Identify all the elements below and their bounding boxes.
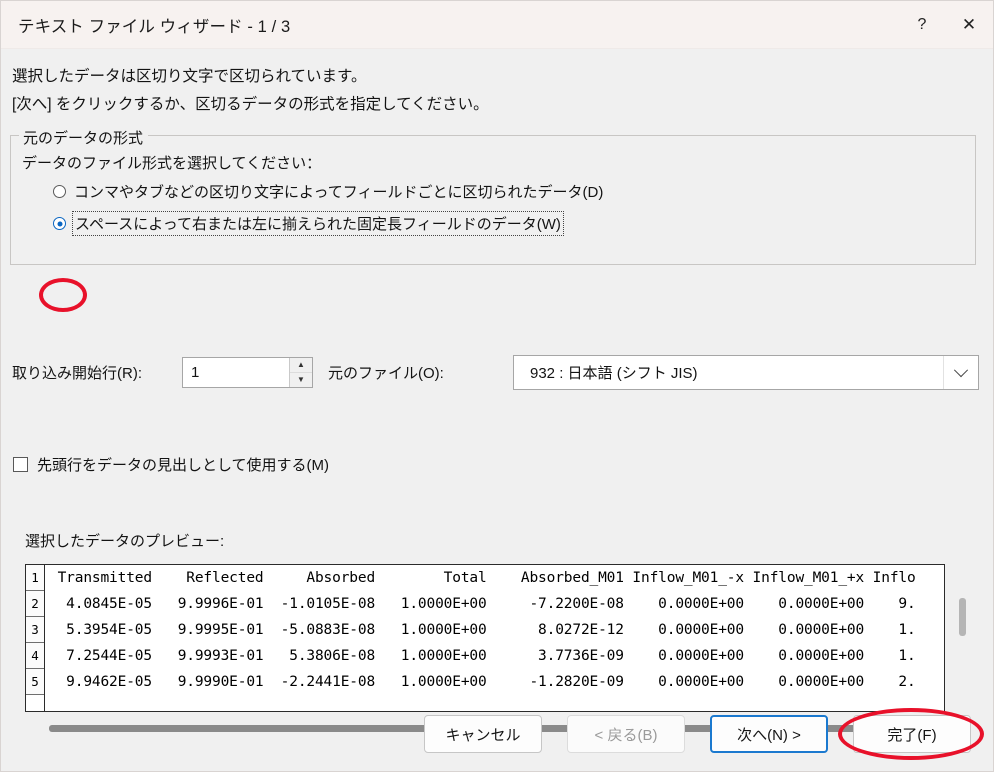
preview-data-row: 4.0845E-05 9.9996E-01 -1.0105E-08 1.0000…: [49, 596, 916, 612]
radio-unselected-icon: [53, 185, 66, 198]
title-bar: テキスト ファイル ウィザード - 1 / 3 ? ✕: [1, 1, 993, 49]
origin-file-value: 932 : 日本語 (シフト JIS): [530, 365, 698, 382]
chevron-down-icon[interactable]: [943, 356, 978, 389]
help-icon: ?: [917, 15, 927, 33]
preview-data-row: 7.2544E-05 9.9993E-01 5.3806E-08 1.0000E…: [49, 648, 916, 664]
finish-button[interactable]: 完了(F): [838, 708, 984, 760]
row-number: 5: [26, 669, 44, 695]
start-row-stepper[interactable]: ▲ ▼: [182, 357, 313, 388]
preview-grid: Transmitted Reflected Absorbed Total Abs…: [45, 565, 944, 711]
group-legend: 元のデータの形式: [19, 127, 149, 148]
text-import-wizard-dialog: テキスト ファイル ウィザード - 1 / 3 ? ✕ 選択したデータは区切り文…: [0, 0, 994, 772]
preview-header-row: Transmitted Reflected Absorbed Total Abs…: [49, 570, 916, 586]
radio-delimited-label: コンマやタブなどの区切り文字によってフィールドごとに区切られたデータ(D): [74, 184, 604, 201]
help-button[interactable]: ?: [899, 1, 945, 48]
checkbox-unchecked-icon: [13, 457, 28, 472]
data-preview-panel[interactable]: 1 2 3 4 5 Transmitted Reflected Absorbed…: [25, 564, 945, 712]
radio-fixed-width[interactable]: スペースによって右または左に揃えられた固定長フィールドのデータ(W): [53, 211, 564, 236]
start-row-label: 取り込み開始行(R):: [12, 365, 142, 382]
checkbox-label: 先頭行をデータの見出しとして使用する(M): [37, 457, 330, 474]
start-row-input[interactable]: [183, 363, 289, 382]
stepper-down-icon[interactable]: ▼: [290, 373, 312, 387]
finish-button-label: 完了(F): [887, 726, 937, 744]
row-number: 3: [26, 617, 44, 643]
next-button[interactable]: 次へ(N) >: [710, 715, 828, 753]
row-number: 4: [26, 643, 44, 669]
dialog-button-bar: キャンセル < 戻る(B) 次へ(N) > 完了(F): [1, 708, 994, 760]
dialog-title: テキスト ファイル ウィザード - 1 / 3: [18, 17, 291, 36]
radio-delimited[interactable]: コンマやタブなどの区切り文字によってフィールドごとに区切られたデータ(D): [53, 181, 603, 202]
close-button[interactable]: ✕: [945, 1, 993, 48]
instruction-line-2: [次へ] をクリックするか、区切るデータの形式を指定してください。: [12, 96, 489, 113]
use-first-row-as-header-checkbox[interactable]: 先頭行をデータの見出しとして使用する(M): [13, 454, 329, 475]
stepper-buttons: ▲ ▼: [289, 358, 312, 387]
annotation-ellipse-radio: [39, 278, 87, 312]
row-number: 2: [26, 591, 44, 617]
preview-label: 選択したデータのプレビュー:: [25, 533, 225, 550]
preview-vertical-scrollbar[interactable]: [959, 598, 966, 636]
stepper-up-icon[interactable]: ▲: [290, 358, 312, 373]
origin-file-select[interactable]: 932 : 日本語 (シフト JIS): [513, 355, 979, 390]
close-icon: ✕: [961, 15, 977, 34]
row-number-gutter: 1 2 3 4 5: [26, 565, 45, 711]
origin-file-label: 元のファイル(O):: [328, 365, 444, 382]
caption-buttons: ? ✕: [899, 1, 993, 48]
preview-data-row: 9.9462E-05 9.9990E-01 -2.2441E-08 1.0000…: [49, 674, 916, 690]
group-prompt: データのファイル形式を選択してください：: [22, 155, 322, 172]
preview-data-row: 5.3954E-05 9.9995E-01 -5.0883E-08 1.0000…: [49, 622, 916, 638]
row-number: 1: [26, 565, 44, 591]
radio-fixed-width-label: スペースによって右または左に揃えられた固定長フィールドのデータ(W): [72, 211, 564, 236]
radio-selected-icon: [53, 217, 66, 230]
cancel-button[interactable]: キャンセル: [424, 715, 542, 753]
dialog-body: 選択したデータは区切り文字で区切られています。 [次へ] をクリックするか、区切…: [1, 49, 993, 771]
instruction-line-1: 選択したデータは区切り文字で区切られています。: [12, 68, 367, 85]
instruction-text: 選択したデータは区切り文字で区切られています。 [次へ] をクリックするか、区切…: [12, 63, 912, 119]
back-button: < 戻る(B): [567, 715, 685, 753]
